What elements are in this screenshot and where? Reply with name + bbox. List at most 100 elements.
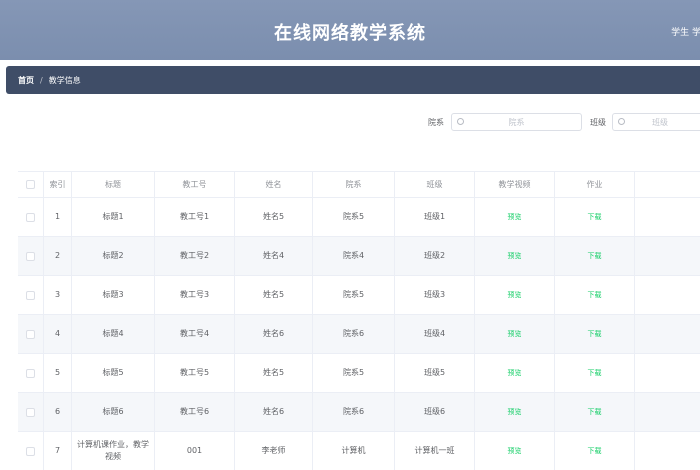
cell-index: 1 — [44, 198, 72, 236]
table-row[interactable]: 1 标题1 教工号1 姓名5 院系5 班级1 预览 下载 — [18, 198, 700, 237]
cell-title: 标题1 — [72, 198, 155, 236]
cell-name: 姓名4 — [235, 237, 313, 275]
cell-department: 院系5 — [313, 198, 395, 236]
cell-index: 4 — [44, 315, 72, 353]
column-header-video: 教学视频 — [475, 172, 555, 197]
department-search-input[interactable] — [452, 117, 581, 127]
table-header-row: 索引 标题 教工号 姓名 院系 班级 教学视频 作业 — [18, 172, 700, 198]
download-homework-link[interactable]: 下载 — [588, 289, 602, 301]
table-row[interactable]: 3 标题3 教工号3 姓名5 院系5 班级3 预览 下载 — [18, 276, 700, 315]
department-filter-label: 院系 — [428, 118, 444, 127]
homework-cell: 下载 — [555, 237, 635, 275]
row-checkbox[interactable] — [26, 212, 35, 222]
preview-video-link[interactable]: 预览 — [508, 406, 522, 418]
homework-cell: 下载 — [555, 315, 635, 353]
cell-department: 院系6 — [313, 393, 395, 431]
download-homework-link[interactable]: 下载 — [588, 367, 602, 379]
cell-staff-no: 教工号4 — [155, 315, 235, 353]
cell-staff-no: 教工号3 — [155, 276, 235, 314]
row-select-cell — [18, 276, 44, 314]
cell-class: 班级1 — [395, 198, 475, 236]
class-search-input[interactable] — [613, 117, 700, 127]
row-checkbox[interactable] — [26, 407, 35, 417]
preview-video-link[interactable]: 预览 — [508, 211, 522, 223]
download-homework-link[interactable]: 下载 — [588, 328, 602, 340]
actions-cell — [635, 237, 700, 275]
cell-index: 3 — [44, 276, 72, 314]
video-cell: 预览 — [475, 237, 555, 275]
column-header-name: 姓名 — [235, 172, 313, 197]
row-checkbox[interactable] — [26, 446, 35, 456]
row-select-cell — [18, 354, 44, 392]
cell-title: 标题6 — [72, 393, 155, 431]
cell-name: 姓名6 — [235, 393, 313, 431]
preview-video-link[interactable]: 预览 — [508, 367, 522, 379]
cell-class: 班级2 — [395, 237, 475, 275]
class-filter-label: 班级 — [590, 118, 606, 127]
row-select-cell — [18, 237, 44, 275]
homework-cell: 下载 — [555, 198, 635, 236]
actions-cell — [635, 276, 700, 314]
cell-department: 院系4 — [313, 237, 395, 275]
cell-department: 院系6 — [313, 315, 395, 353]
homework-cell: 下载 — [555, 354, 635, 392]
breadcrumb: 首页 / 教学信息 — [6, 66, 700, 94]
cell-staff-no: 教工号1 — [155, 198, 235, 236]
search-icon — [618, 118, 625, 125]
download-homework-link[interactable]: 下载 — [588, 445, 602, 457]
column-header-class: 班级 — [395, 172, 475, 197]
row-checkbox[interactable] — [26, 368, 35, 378]
actions-cell — [635, 315, 700, 353]
video-cell: 预览 — [475, 276, 555, 314]
cell-title: 标题4 — [72, 315, 155, 353]
table-row[interactable]: 4 标题4 教工号4 姓名6 院系6 班级4 预览 下载 — [18, 315, 700, 354]
class-filter[interactable] — [612, 113, 700, 131]
cell-staff-no: 教工号5 — [155, 354, 235, 392]
video-cell: 预览 — [475, 432, 555, 470]
cell-name: 姓名5 — [235, 198, 313, 236]
video-cell: 预览 — [475, 393, 555, 431]
actions-cell — [635, 393, 700, 431]
preview-video-link[interactable]: 预览 — [508, 445, 522, 457]
cell-department: 院系5 — [313, 276, 395, 314]
app-title: 在线网络教学系统 — [274, 23, 426, 44]
cell-class: 班级5 — [395, 354, 475, 392]
preview-video-link[interactable]: 预览 — [508, 289, 522, 301]
breadcrumb-home[interactable]: 首页 — [18, 75, 34, 86]
row-select-cell — [18, 198, 44, 236]
preview-video-link[interactable]: 预览 — [508, 328, 522, 340]
homework-cell: 下载 — [555, 432, 635, 470]
video-cell: 预览 — [475, 354, 555, 392]
download-homework-link[interactable]: 下载 — [588, 250, 602, 262]
row-checkbox[interactable] — [26, 329, 35, 339]
row-checkbox[interactable] — [26, 251, 35, 261]
table-row[interactable]: 7 计算机课作业，教学视频 001 李老师 计算机 计算机一班 预览 下载 — [18, 432, 700, 470]
cell-index: 6 — [44, 393, 72, 431]
column-header-department: 院系 — [313, 172, 395, 197]
column-header-staff-no: 教工号 — [155, 172, 235, 197]
cell-title: 标题3 — [72, 276, 155, 314]
cell-index: 7 — [44, 432, 72, 470]
row-checkbox[interactable] — [26, 290, 35, 300]
cell-class: 计算机一班 — [395, 432, 475, 470]
download-homework-link[interactable]: 下载 — [588, 406, 602, 418]
select-all-checkbox[interactable] — [26, 180, 35, 189]
column-header-index: 索引 — [44, 172, 72, 197]
cell-department: 院系5 — [313, 354, 395, 392]
row-select-cell — [18, 432, 44, 470]
department-filter[interactable] — [451, 113, 582, 131]
video-cell: 预览 — [475, 198, 555, 236]
table-row[interactable]: 5 标题5 教工号5 姓名5 院系5 班级5 预览 下载 — [18, 354, 700, 393]
user-info[interactable]: 学生 学生 — [671, 25, 700, 38]
table-row[interactable]: 2 标题2 教工号2 姓名4 院系4 班级2 预览 下载 — [18, 237, 700, 276]
table-row[interactable]: 6 标题6 教工号6 姓名6 院系6 班级6 预览 下载 — [18, 393, 700, 432]
cell-staff-no: 001 — [155, 432, 235, 470]
select-all-cell — [18, 172, 44, 197]
cell-staff-no: 教工号6 — [155, 393, 235, 431]
row-select-cell — [18, 393, 44, 431]
download-homework-link[interactable]: 下载 — [588, 211, 602, 223]
teaching-info-table: 索引 标题 教工号 姓名 院系 班级 教学视频 作业 1 标题1 教工号1 姓名… — [18, 171, 700, 470]
cell-name: 李老师 — [235, 432, 313, 470]
preview-video-link[interactable]: 预览 — [508, 250, 522, 262]
actions-cell — [635, 354, 700, 392]
